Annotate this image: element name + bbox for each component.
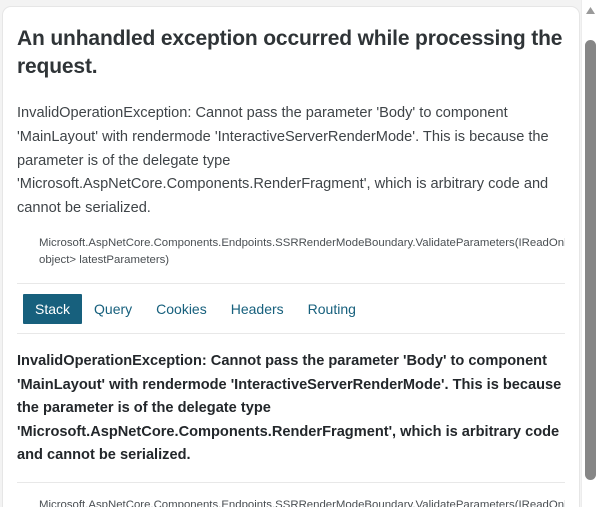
tab-bar: Stack Query Cookies Headers Routing [17,293,565,324]
stack-frame[interactable]: Microsoft.AspNetCore.Components.Endpoint… [17,497,565,507]
stack-frame-list: Microsoft.AspNetCore.Components.Endpoint… [17,497,565,507]
tab-divider [17,332,565,334]
page-scrollbar[interactable] [581,0,598,507]
scrollbar-thumb[interactable] [585,40,596,480]
summary-stack-frame-line-1: Microsoft.AspNetCore.Components.Endpoint… [39,236,565,249]
tab-routing[interactable]: Routing [296,294,368,324]
summary-divider [17,282,565,284]
exception-summary-text: InvalidOperationException: Cannot pass t… [17,105,549,216]
scroll-up-arrow-icon[interactable] [582,2,598,18]
scrollbar-track[interactable] [582,18,598,507]
stack-tab-panel: InvalidOperationException: Cannot pass t… [17,350,565,507]
summary-stack-frame: Microsoft.AspNetCore.Components.Endpoint… [17,235,565,269]
tab-cookies[interactable]: Cookies [144,294,219,324]
stack-frame-line-1: Microsoft.AspNetCore.Components.Endpoint… [39,499,565,507]
tab-stack[interactable]: Stack [23,293,83,324]
summary-stack-frame-line-2: object> latestParameters) [39,253,170,266]
tab-query[interactable]: Query [82,294,144,324]
developer-exception-card: An unhandled exception occurred while pr… [2,6,580,507]
page-title: An unhandled exception occurred while pr… [17,27,563,78]
stack-heading-divider [17,482,565,484]
tab-headers[interactable]: Headers [219,294,296,324]
page-viewport: An unhandled exception occurred while pr… [0,0,598,507]
stack-exception-heading: InvalidOperationException: Cannot pass t… [17,352,562,464]
